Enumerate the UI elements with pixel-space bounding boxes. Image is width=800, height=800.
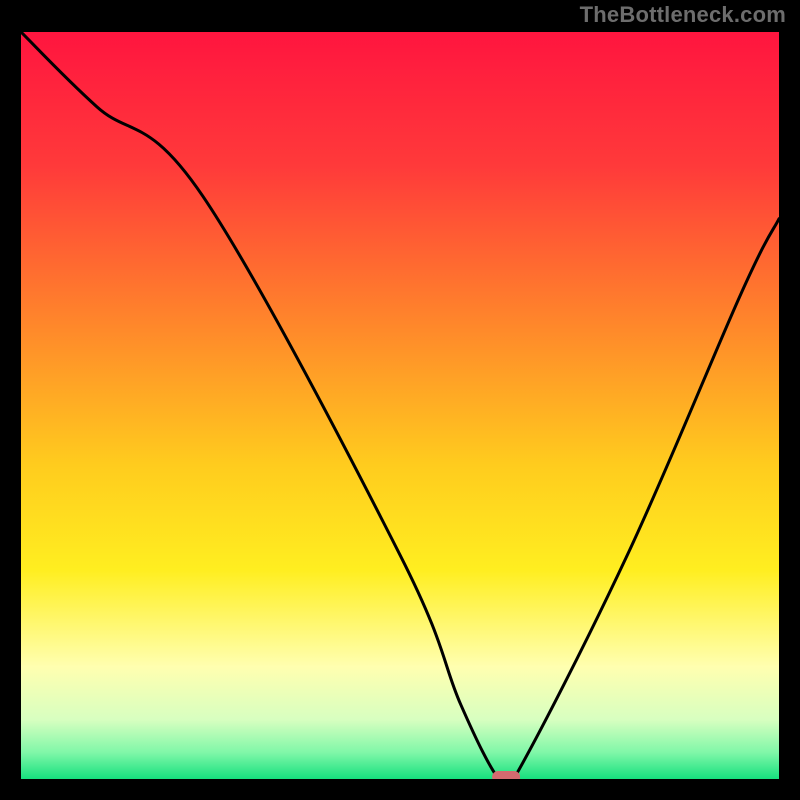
optimal-marker [492, 771, 520, 779]
gradient-background [21, 32, 779, 779]
bottleneck-chart [21, 32, 779, 779]
chart-frame: TheBottleneck.com [0, 0, 800, 800]
watermark-text: TheBottleneck.com [580, 2, 786, 28]
plot-area [21, 32, 779, 779]
